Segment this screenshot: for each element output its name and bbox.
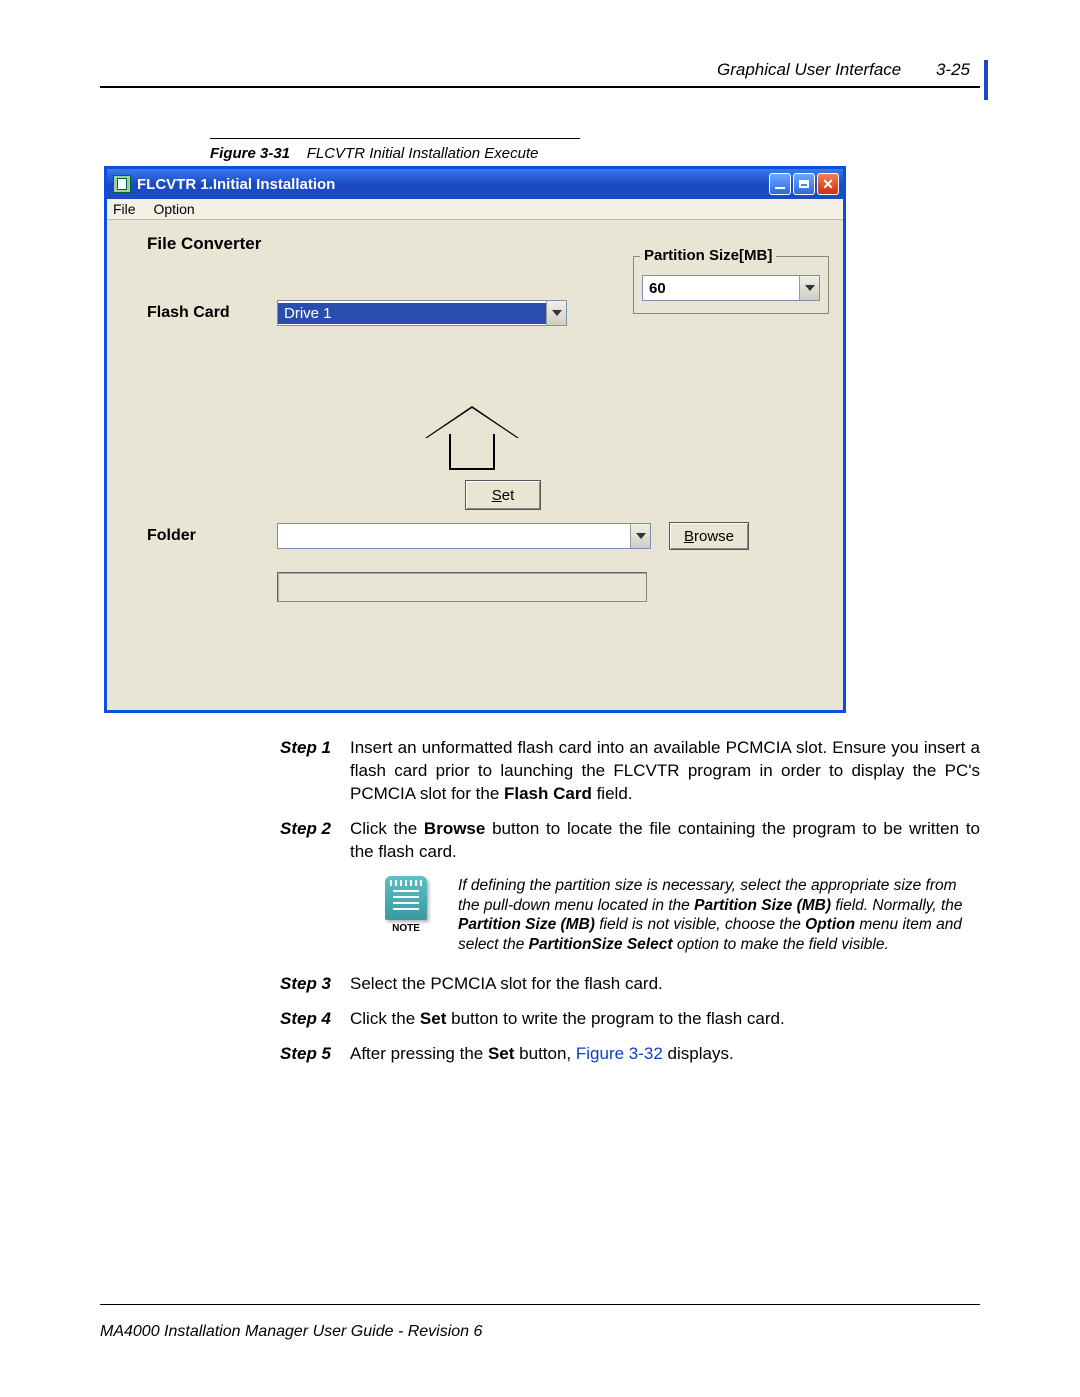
step-body: Select the PCMCIA slot for the flash car… [350,973,980,996]
set-label-rest: et [502,487,515,504]
titlebar[interactable]: FLCVTR 1.Initial Installation ✕ [107,169,843,199]
step-label: Step 4 [280,1008,350,1031]
header-page-number: 3-25 [936,60,970,79]
step-1: Step 1 Insert an unformatted flash card … [280,737,980,806]
step-label: Step 5 [280,1043,350,1066]
chevron-down-icon[interactable] [546,301,566,325]
flash-card-label: Flash Card [147,304,277,322]
chevron-down-icon[interactable] [630,524,650,548]
step-label: Step 3 [280,973,350,996]
steps-list: Step 1 Insert an unformatted flash card … [280,737,980,1066]
note-label: NOTE [380,922,432,936]
folder-label: Folder [147,527,277,545]
partition-size-value: 60 [643,278,799,299]
menu-file[interactable]: File [113,201,136,217]
partition-size-dropdown[interactable]: 60 [642,275,820,301]
step-body: After pressing the Set button, Figure 3-… [350,1043,980,1066]
flash-card-value: Drive 1 [278,303,546,324]
client-area: File Converter Flash Card Drive 1 Partit… [107,220,843,710]
status-field [277,572,647,602]
folder-value [278,534,630,538]
browse-button[interactable]: Browse [669,522,749,550]
note: NOTE If defining the partition size is n… [380,876,980,955]
step-4: Step 4 Click the Set button to write the… [280,1008,980,1031]
step-3: Step 3 Select the PCMCIA slot for the fl… [280,973,980,996]
flash-card-dropdown[interactable]: Drive 1 [277,300,567,326]
figure-title: FLCVTR Initial Installation Execute [307,145,539,162]
maximize-button[interactable] [793,173,815,195]
window-title: FLCVTR 1.Initial Installation [137,176,335,193]
header-accent [984,60,988,100]
step-label: Step 1 [280,737,350,806]
step-body: Click the Browse button to locate the fi… [350,818,980,864]
flcvtr-window: FLCVTR 1.Initial Installation ✕ File Opt… [104,166,846,713]
header-section: Graphical User Interface [717,60,901,79]
figure-number: Figure 3-31 [210,145,290,162]
close-button[interactable]: ✕ [817,173,839,195]
app-icon [113,175,131,193]
figure-link[interactable]: Figure 3-32 [576,1044,663,1063]
folder-dropdown[interactable] [277,523,651,549]
note-icon: NOTE [380,876,432,936]
menubar: File Option [107,199,843,220]
arrow-up-icon [427,408,517,470]
footer-text: MA4000 Installation Manager User Guide -… [100,1323,482,1341]
menu-option[interactable]: Option [153,201,194,217]
header-rule [100,86,980,88]
step-2: Step 2 Click the Browse button to locate… [280,818,980,864]
partition-legend: Partition Size[MB] [640,247,776,264]
set-button[interactable]: Set [465,480,541,510]
chevron-down-icon[interactable] [799,276,819,300]
step-body: Click the Set button to write the progra… [350,1008,980,1031]
step-5: Step 5 After pressing the Set button, Fi… [280,1043,980,1066]
footer-rule [100,1304,980,1305]
step-body: Insert an unformatted flash card into an… [350,737,980,806]
partition-size-group: Partition Size[MB] 60 [633,256,829,314]
page-header: Graphical User Interface 3-25 [100,60,980,80]
figure-rule [210,138,580,139]
note-body: If defining the partition size is necess… [458,876,980,955]
minimize-button[interactable] [769,173,791,195]
step-label: Step 2 [280,818,350,864]
figure-caption: Figure 3-31 FLCVTR Initial Installation … [210,145,980,162]
